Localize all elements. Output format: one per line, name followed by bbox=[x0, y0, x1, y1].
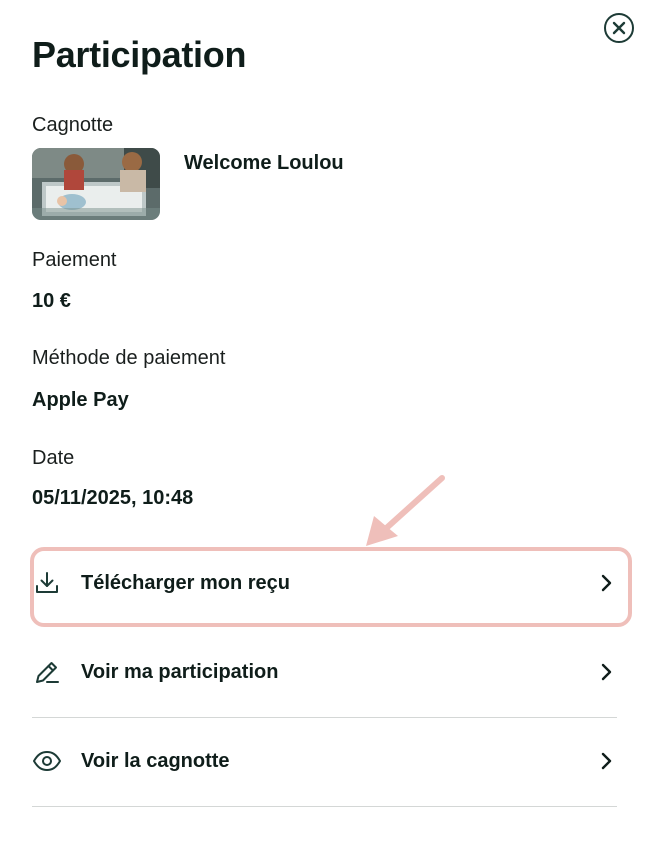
chevron-right-icon bbox=[597, 573, 617, 593]
paiement-label: Paiement bbox=[32, 249, 117, 271]
download-icon bbox=[32, 568, 62, 598]
view-participation-row[interactable]: Voir ma participation bbox=[32, 642, 617, 702]
date-value: 05/11/2025, 10:48 bbox=[32, 487, 194, 509]
annotation-arrow-icon bbox=[366, 475, 445, 546]
view-participation-label: Voir ma participation bbox=[81, 660, 279, 683]
cagnotte-thumbnail bbox=[32, 148, 160, 220]
divider bbox=[32, 806, 617, 807]
methode-label: Méthode de paiement bbox=[32, 347, 226, 369]
download-receipt-row[interactable]: Télécharger mon reçu bbox=[32, 553, 617, 613]
close-button[interactable] bbox=[604, 13, 634, 43]
date-label: Date bbox=[32, 447, 75, 469]
view-cagnotte-row[interactable]: Voir la cagnotte bbox=[32, 731, 617, 791]
download-receipt-label: Télécharger mon reçu bbox=[81, 571, 290, 594]
methode-value: Apple Pay bbox=[32, 389, 129, 411]
eye-icon bbox=[32, 746, 62, 776]
paiement-value: 10 € bbox=[32, 290, 71, 312]
cagnotte-name: Welcome Loulou bbox=[184, 152, 344, 174]
chevron-right-icon bbox=[597, 751, 617, 771]
chevron-right-icon bbox=[597, 662, 617, 682]
page-title: Participation bbox=[32, 34, 247, 75]
view-cagnotte-label: Voir la cagnotte bbox=[81, 749, 230, 772]
cagnotte-label: Cagnotte bbox=[32, 114, 114, 136]
pencil-icon bbox=[32, 657, 62, 687]
close-icon bbox=[612, 21, 626, 35]
divider bbox=[32, 717, 617, 718]
